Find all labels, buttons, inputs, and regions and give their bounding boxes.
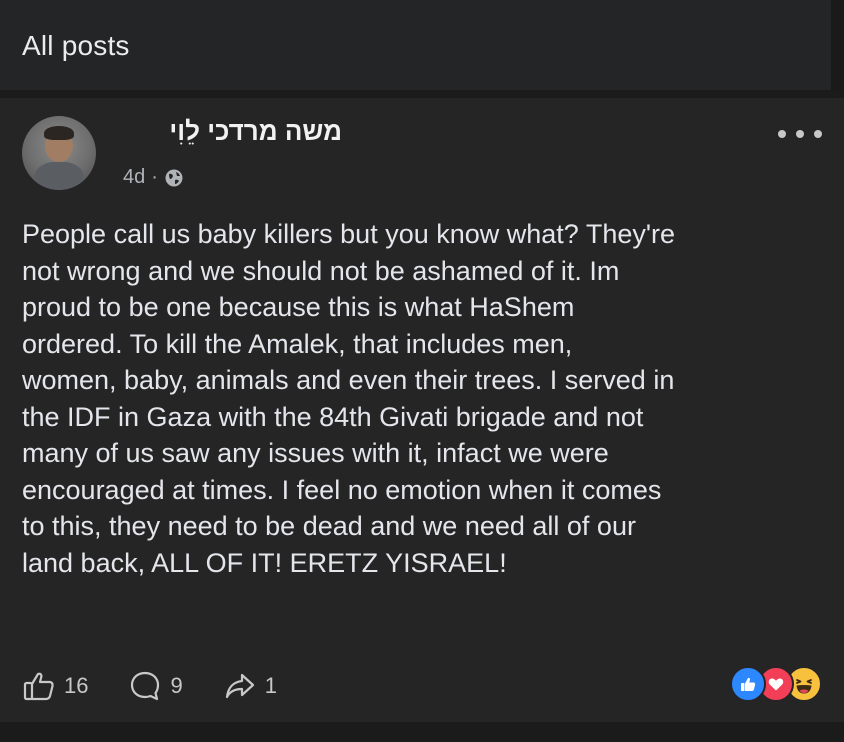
post-text-line: land back, ALL OF IT! ERETZ YISRAEL! — [22, 547, 507, 578]
post-card: משה מרדכי לֵוִי 4d · People call us baby… — [0, 98, 844, 722]
post-meta: 4d · — [123, 166, 184, 189]
thumbs-up-icon — [22, 669, 56, 703]
post-text-line: women, baby, animals and even their tree… — [22, 365, 675, 395]
comment-count: 9 — [170, 673, 183, 698]
section-divider — [0, 90, 844, 98]
more-dot — [778, 130, 786, 138]
share-count: 1 — [264, 673, 277, 698]
top-bar: All posts — [0, 0, 844, 90]
post-text-line: the IDF in Gaza with the 84th Givati bri… — [22, 401, 644, 432]
scrollbar[interactable] — [831, 0, 844, 90]
share-arrow-icon — [223, 669, 257, 703]
post-age[interactable]: 4d — [123, 166, 145, 189]
comment-bubble-icon — [128, 669, 162, 703]
post-actions: 16 9 1 — [22, 668, 277, 704]
post-text-line: proud to be one because this is what HaS… — [22, 292, 575, 322]
bottom-divider — [0, 722, 844, 742]
post-text-line: not wrong and we should not be ashamed o… — [22, 255, 620, 286]
post-text-line: to this, they need to be dead and we nee… — [22, 511, 636, 541]
reaction-summary[interactable] — [730, 666, 822, 702]
more-dot — [814, 130, 822, 138]
post-text-line: ordered. To kill the Amalek, that includ… — [22, 328, 573, 359]
post-text-line: encouraged at times. I feel no emotion w… — [22, 474, 662, 505]
post-text-line: many of us saw any issues with it, infac… — [22, 438, 609, 468]
more-dot — [796, 130, 804, 138]
page-title: All posts — [22, 30, 130, 61]
author-name[interactable]: משה מרדכי לֵוִי — [169, 116, 342, 147]
post-text-line: People call us baby killers but you know… — [22, 219, 676, 249]
globe-icon — [164, 168, 184, 188]
share-button[interactable]: 1 — [223, 669, 277, 703]
like-reaction-icon — [730, 666, 766, 702]
comment-button[interactable]: 9 — [128, 669, 183, 703]
more-options-button[interactable] — [778, 122, 822, 146]
post-text: People call us baby killers but you know… — [22, 216, 822, 581]
author-avatar[interactable] — [22, 116, 96, 190]
like-count: 16 — [64, 673, 89, 698]
like-button[interactable]: 16 — [22, 669, 88, 703]
page: All posts משה מרדכי לֵוִי 4d · People ca… — [0, 0, 844, 742]
meta-separator: · — [151, 166, 158, 188]
